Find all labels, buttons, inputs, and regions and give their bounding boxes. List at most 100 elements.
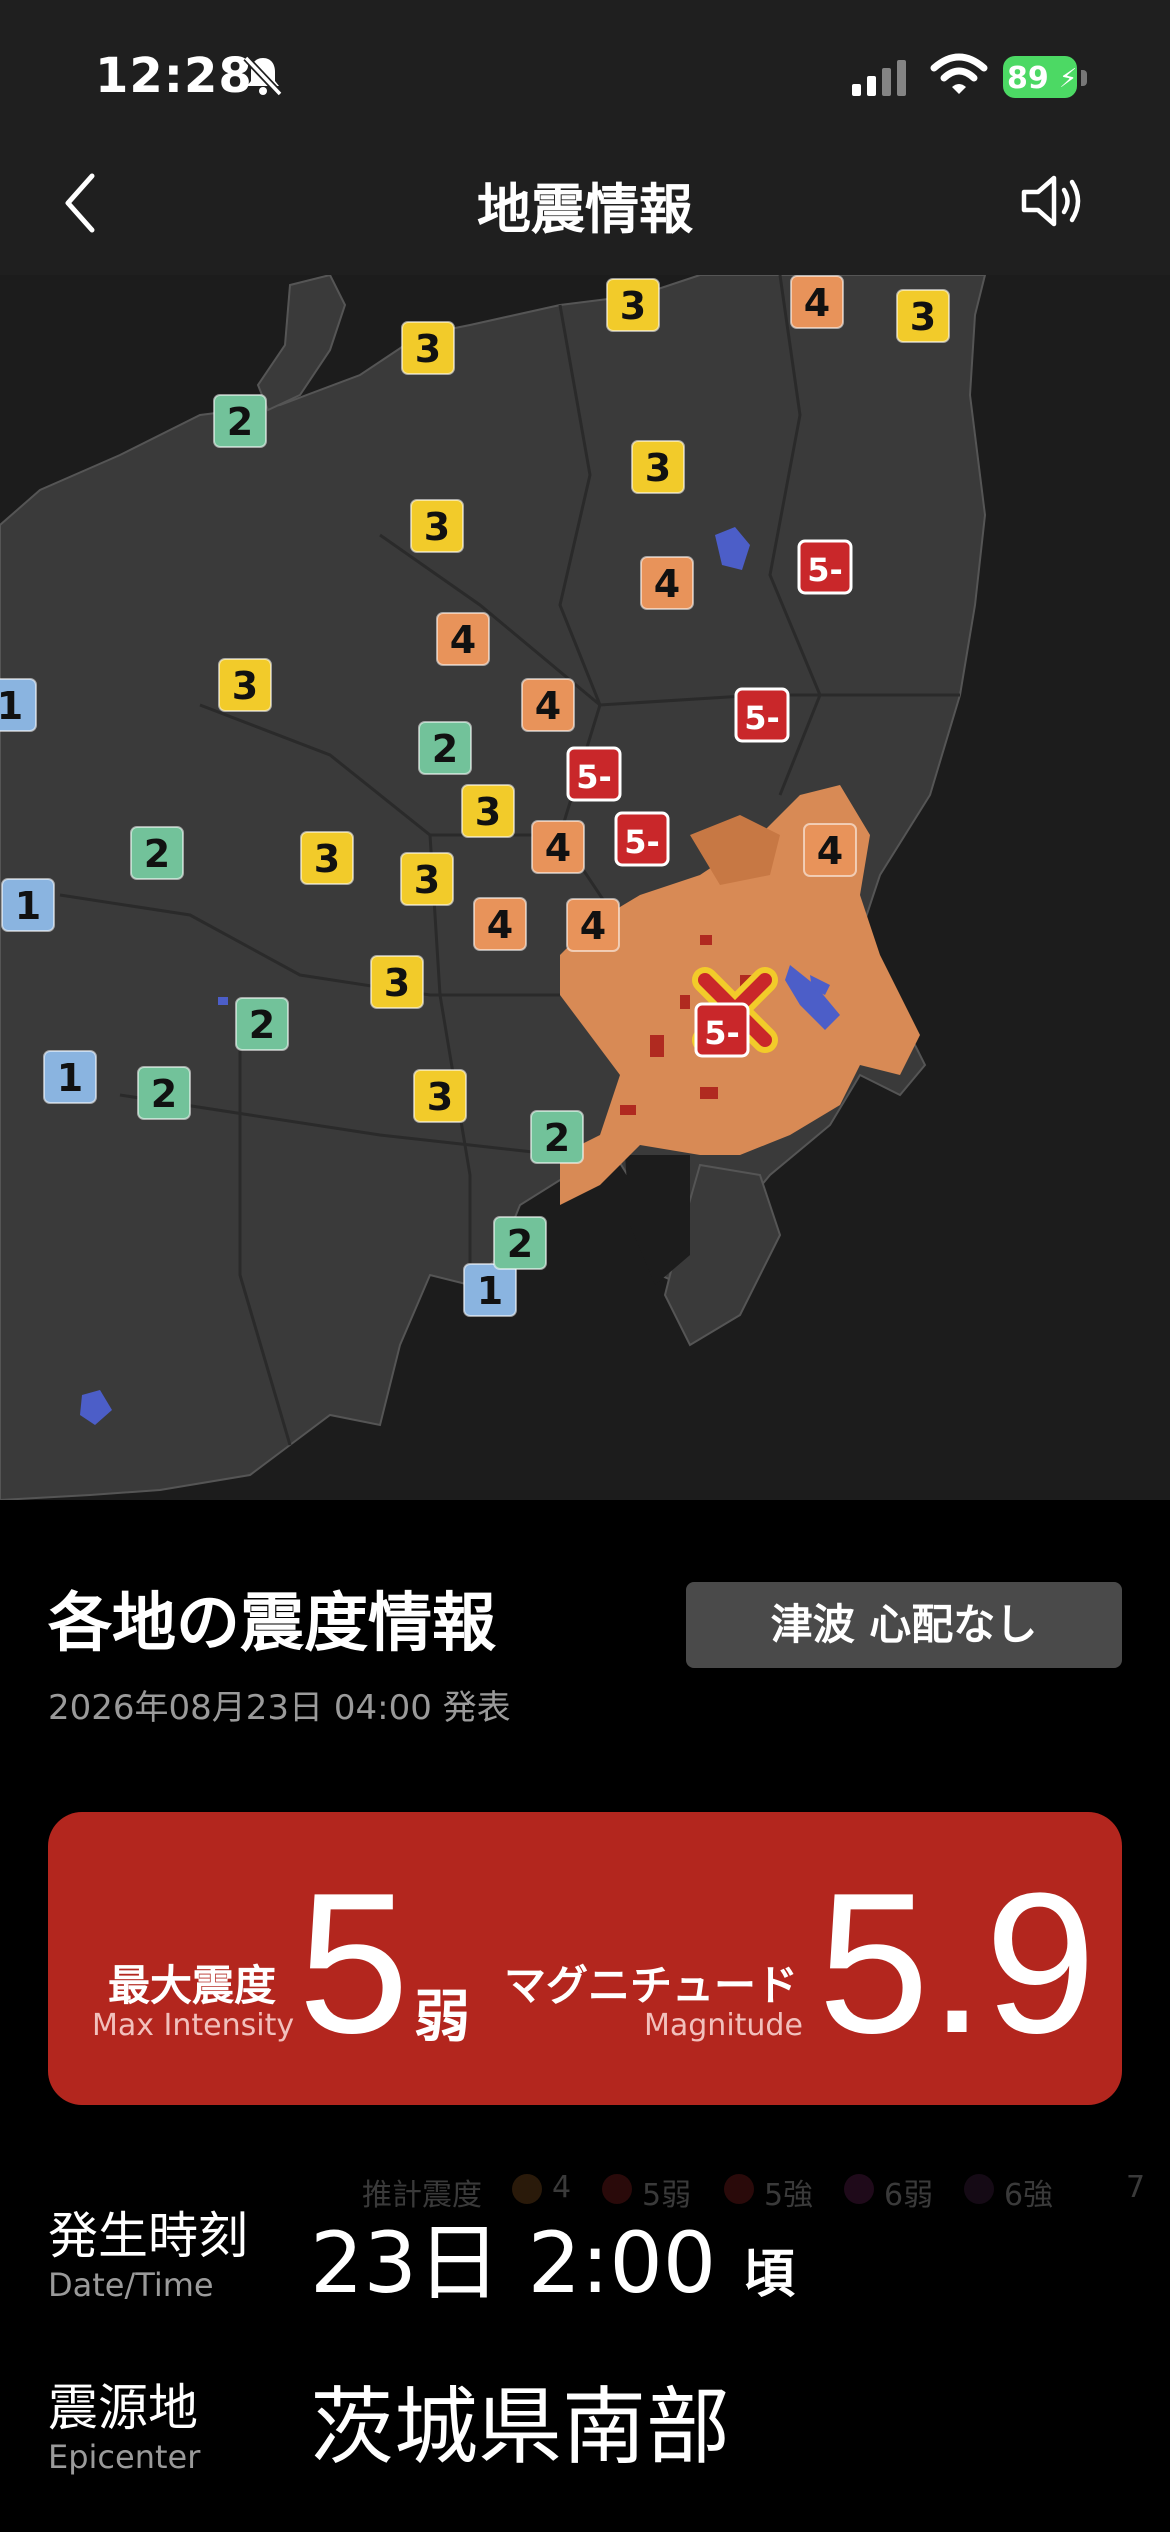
intensity-marker-label: 2 <box>507 1222 533 1266</box>
epicenter-label-en: Epicenter <box>48 2438 201 2476</box>
wifi-icon <box>930 53 988 94</box>
datetime-label-en: Date/Time <box>48 2266 214 2304</box>
intensity-marker-label: 3 <box>415 327 441 371</box>
battery-level: 89 <box>1007 61 1049 96</box>
intensity-marker-label: 5- <box>704 1014 740 1052</box>
intensity-marker-label: 3 <box>475 790 501 834</box>
intensity-marker: 5- <box>797 539 853 595</box>
datetime-value-row: 23日 2:00 頃 <box>310 2196 795 2317</box>
intensity-marker-label: 3 <box>232 664 258 708</box>
intensity-marker: 4 <box>566 898 620 952</box>
intensity-marker-label: 4 <box>580 904 606 948</box>
intensity-marker-label: 4 <box>450 618 476 662</box>
magnitude-value: 5.9 <box>818 1852 1097 2075</box>
intensity-marker: 1 <box>1 878 55 932</box>
intensity-marker-label: 1 <box>477 1269 503 1313</box>
intensity-marker-label: 2 <box>151 1072 177 1116</box>
legend-item: 6強 <box>1004 2178 1054 2213</box>
intensity-marker-label: 3 <box>414 858 440 902</box>
intensity-marker-label: 4 <box>817 829 843 873</box>
intensity-marker: 3 <box>896 289 950 343</box>
intensity-marker: 3 <box>410 499 464 553</box>
intensity-marker-label: 3 <box>424 505 450 549</box>
intensity-marker: 5- <box>694 1002 750 1058</box>
intensity-marker: 5- <box>734 687 790 743</box>
intensity-marker-label: 1 <box>57 1056 83 1100</box>
intensity-marker-label: 2 <box>432 727 458 771</box>
intensity-marker: 1 <box>43 1050 97 1104</box>
magnitude-label-en: Magnitude <box>644 2008 803 2043</box>
intensity-marker-label: 5- <box>624 823 660 861</box>
bell-slash-icon <box>243 55 283 97</box>
section-title: 各地の震度情報 <box>48 1587 496 1661</box>
epicenter-label: 震源地 <box>48 2379 198 2437</box>
tsunami-button[interactable]: 津波 心配なし <box>686 1582 1122 1668</box>
max-intensity-value: 5 <box>298 1852 410 2075</box>
intensity-marker: 4 <box>473 897 527 951</box>
intensity-marker-label: 1 <box>0 684 23 728</box>
seismic-intensity-map[interactable]: 1111222222222333333333333444444445-5-5-5… <box>0 275 1170 1500</box>
intensity-marker-label: 3 <box>645 446 671 490</box>
battery-charging-icon: 89 ⚡ <box>1003 56 1089 100</box>
intensity-marker-label: 4 <box>487 903 513 947</box>
status-time: 12:28 <box>95 48 253 104</box>
intensity-marker-label: 5- <box>744 699 780 737</box>
intensity-marker: 4 <box>531 820 585 874</box>
intensity-marker: 4 <box>436 612 490 666</box>
intensity-marker: 2 <box>530 1110 584 1164</box>
intensity-marker-label: 3 <box>620 284 646 328</box>
intensity-marker: 5- <box>614 811 670 867</box>
intensity-marker-label: 5- <box>576 758 612 796</box>
intensity-marker: 3 <box>413 1069 467 1123</box>
intensity-marker-label: 3 <box>314 837 340 881</box>
intensity-marker: 3 <box>461 784 515 838</box>
intensity-marker: 5- <box>566 746 622 802</box>
max-intensity-suffix: 弱 <box>414 1985 470 2050</box>
intensity-marker-label: 2 <box>144 832 170 876</box>
intensity-marker: 4 <box>790 275 844 329</box>
intensity-marker-label: 3 <box>910 295 936 339</box>
intensity-marker: 2 <box>137 1066 191 1120</box>
intensity-marker: 3 <box>370 955 424 1009</box>
intensity-marker: 3 <box>400 852 454 906</box>
intensity-marker: 3 <box>606 278 660 332</box>
intensity-marker-label: 2 <box>227 400 253 444</box>
max-intensity-card: 最大震度 Max Intensity 5 弱 マグニチュード Magnitude… <box>48 1812 1122 2105</box>
intensity-marker-label: 2 <box>249 1003 275 1047</box>
published-date: 2026年08月23日 04:00 発表 <box>48 1688 511 1728</box>
intensity-marker: 4 <box>521 678 575 732</box>
page-title: 地震情報 <box>477 178 693 241</box>
datetime-label: 発生時刻 <box>48 2207 248 2265</box>
epicenter-value: 茨城県南部 <box>310 2378 731 2476</box>
intensity-marker-label: 4 <box>545 826 571 870</box>
intensity-marker: 1 <box>463 1263 517 1317</box>
legend-item: 7 <box>1126 2170 1146 2205</box>
intensity-marker: 4 <box>803 823 857 877</box>
intensity-marker-label: 5- <box>807 551 843 589</box>
intensity-marker-label: 1 <box>15 884 41 928</box>
intensity-marker-label: 3 <box>427 1075 453 1119</box>
max-intensity-label: 最大震度 <box>108 1961 277 2010</box>
intensity-marker: 2 <box>130 826 184 880</box>
intensity-marker: 3 <box>300 831 354 885</box>
datetime-value: 23日 2:00 <box>310 2214 717 2312</box>
intensity-marker-label: 4 <box>535 684 561 728</box>
intensity-marker: 2 <box>235 997 289 1051</box>
intensity-marker: 3 <box>401 321 455 375</box>
intensity-marker: 2 <box>213 394 267 448</box>
max-intensity-label-en: Max Intensity <box>92 2008 295 2043</box>
intensity-marker-label: 4 <box>804 281 830 325</box>
cellular-signal-icon <box>852 60 906 96</box>
speaker-icon[interactable] <box>1018 168 1088 234</box>
intensity-marker-label: 2 <box>544 1116 570 1160</box>
intensity-marker: 2 <box>493 1216 547 1270</box>
intensity-marker: 3 <box>218 658 272 712</box>
magnitude-label: マグニチュード <box>504 1961 799 2010</box>
intensity-marker-label: 4 <box>654 562 680 606</box>
intensity-marker: 3 <box>631 440 685 494</box>
intensity-marker-label: 3 <box>384 961 410 1005</box>
intensity-marker: 4 <box>640 556 694 610</box>
intensity-marker: 2 <box>418 721 472 775</box>
map-canvas: 1111222222222333333333333444444445-5-5-5… <box>0 275 1170 1500</box>
intensity-marker: 1 <box>0 678 37 732</box>
